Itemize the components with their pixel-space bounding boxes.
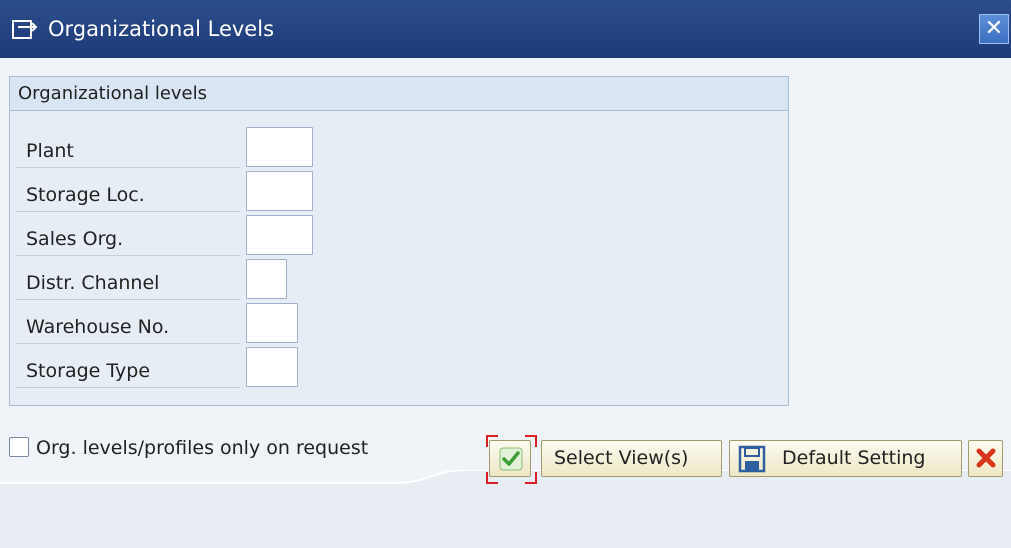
field-label-sales-org: Sales Org. — [16, 224, 240, 256]
save-icon — [738, 445, 766, 473]
window-title-bar: Organizational Levels ✕ — [0, 0, 1011, 58]
field-label-plant: Plant — [16, 136, 240, 168]
storage-loc-input[interactable] — [246, 171, 313, 211]
cancel-button[interactable] — [968, 440, 1003, 477]
checkmark-icon — [499, 447, 523, 471]
field-row-storage-loc: Storage Loc. — [10, 171, 788, 213]
field-label-distr-channel: Distr. Channel — [16, 268, 240, 300]
default-setting-button[interactable]: Default Setting — [729, 440, 962, 477]
field-label-warehouse-no: Warehouse No. — [16, 312, 240, 344]
select-views-label: Select View(s) — [554, 447, 689, 469]
field-row-sales-org: Sales Org. — [10, 215, 788, 257]
default-setting-label: Default Setting — [782, 447, 926, 469]
groupbox-header: Organizational levels — [10, 77, 788, 111]
focus-corner — [486, 472, 498, 484]
field-row-distr-channel: Distr. Channel — [10, 259, 788, 301]
close-icon: ✕ — [984, 16, 1004, 41]
field-row-warehouse-no: Warehouse No. — [10, 303, 788, 345]
close-button[interactable]: ✕ — [979, 14, 1009, 44]
field-label-storage-loc: Storage Loc. — [16, 180, 240, 212]
dialog-content: Organizational levels Plant Storage Loc.… — [0, 58, 1011, 548]
warehouse-no-input[interactable] — [246, 303, 298, 343]
distr-channel-input[interactable] — [246, 259, 287, 299]
field-label-storage-type: Storage Type — [16, 356, 240, 388]
plant-input[interactable] — [246, 127, 313, 167]
sales-org-input[interactable] — [246, 215, 313, 255]
dialog-icon — [12, 20, 38, 39]
focus-corner — [486, 435, 498, 447]
org-levels-on-request-label: Org. levels/profiles only on request — [36, 437, 369, 459]
field-row-storage-type: Storage Type — [10, 347, 788, 389]
focus-corner — [525, 472, 537, 484]
field-row-plant: Plant — [10, 127, 788, 169]
org-levels-on-request-checkbox[interactable] — [9, 437, 29, 457]
storage-type-input[interactable] — [246, 347, 298, 387]
org-levels-groupbox: Organizational levels Plant Storage Loc.… — [9, 76, 789, 406]
groupbox-title: Organizational levels — [18, 83, 208, 104]
window-title: Organizational Levels — [48, 17, 275, 41]
footer-divider — [0, 470, 1011, 548]
select-views-button[interactable]: Select View(s) — [541, 440, 722, 477]
cancel-icon — [976, 448, 996, 468]
focus-corner — [525, 435, 537, 447]
